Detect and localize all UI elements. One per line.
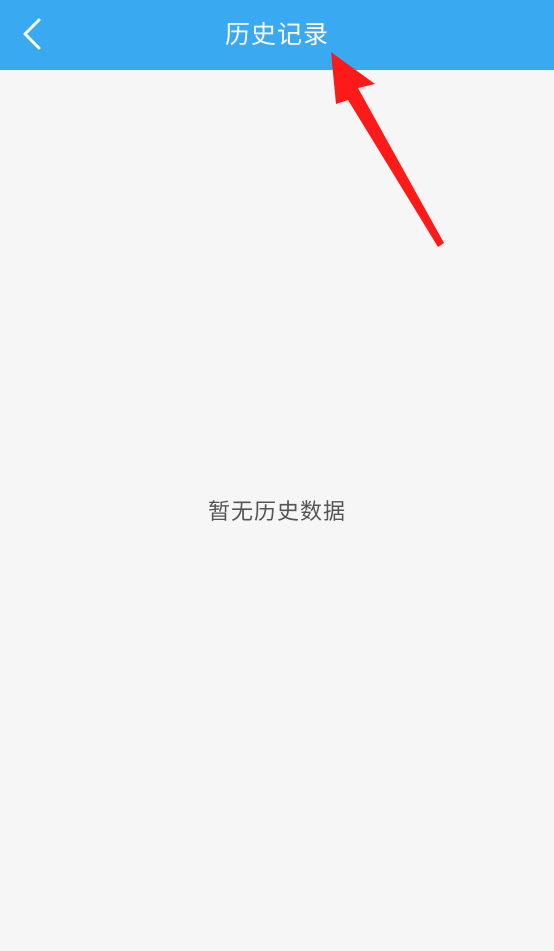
top-app-bar: 历史记录 bbox=[0, 0, 554, 70]
empty-state-message: 暂无历史数据 bbox=[207, 500, 346, 525]
page-title: 历史记录 bbox=[224, 20, 329, 49]
red-annotation-arrow bbox=[331, 52, 444, 247]
